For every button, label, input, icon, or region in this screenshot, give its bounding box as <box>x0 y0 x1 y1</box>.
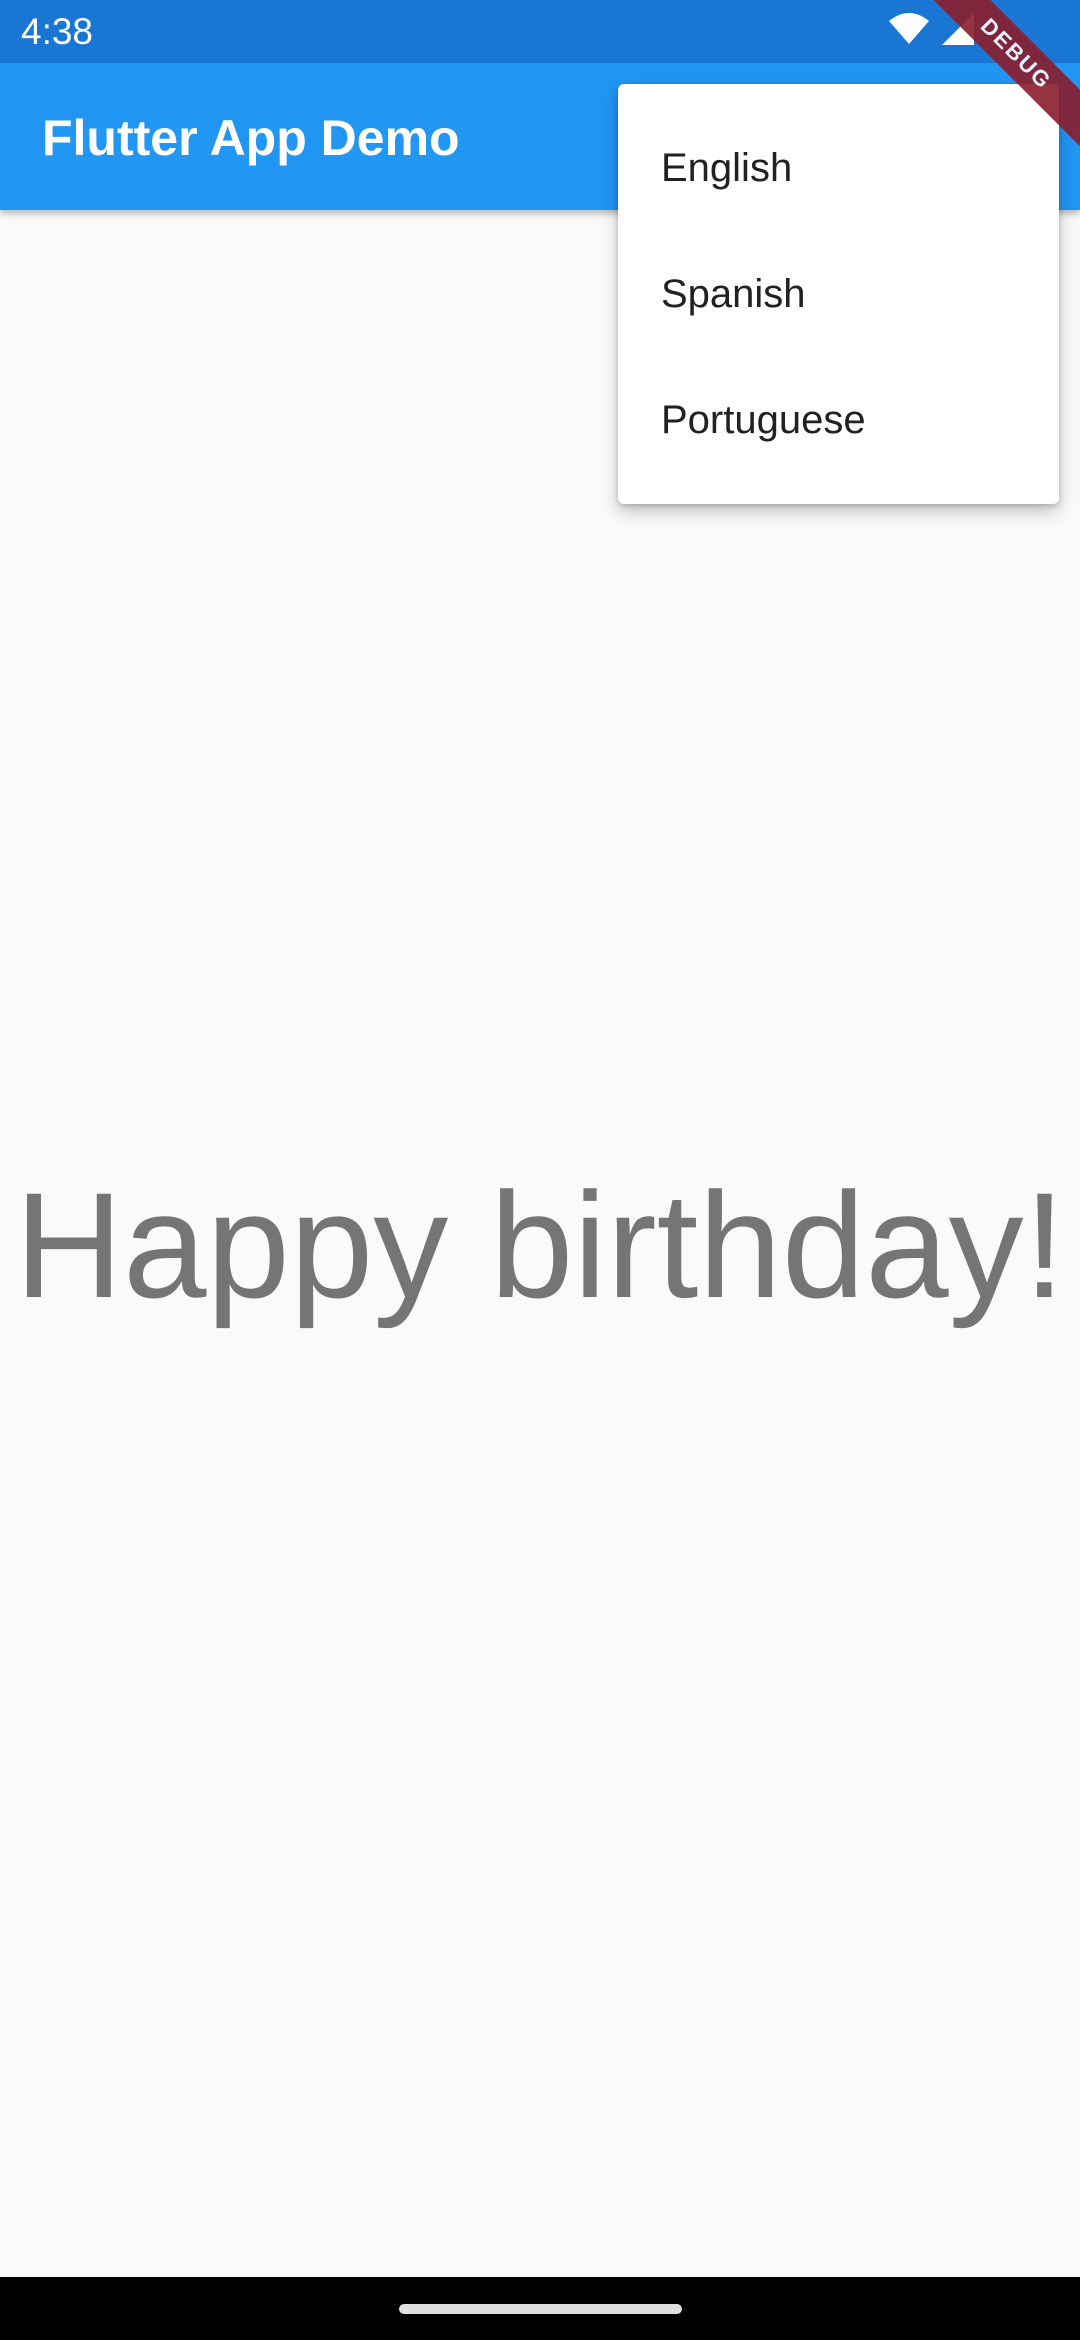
app-screen: 4:38 Flutter App Demo Happy birthday! En… <box>0 0 1080 2340</box>
home-indicator[interactable] <box>399 2304 682 2314</box>
menu-item-english[interactable]: English <box>618 105 1059 231</box>
menu-item-portuguese[interactable]: Portuguese <box>618 357 1059 483</box>
wifi-icon <box>889 12 929 50</box>
greeting-message: Happy birthday! <box>14 1161 1066 1329</box>
app-title: Flutter App Demo <box>42 110 460 166</box>
status-time: 4:38 <box>21 11 94 52</box>
navigation-bar <box>0 2277 1080 2340</box>
language-menu: English Spanish Portuguese <box>618 84 1059 504</box>
menu-item-spanish[interactable]: Spanish <box>618 231 1059 357</box>
status-bar: 4:38 <box>0 0 1080 63</box>
